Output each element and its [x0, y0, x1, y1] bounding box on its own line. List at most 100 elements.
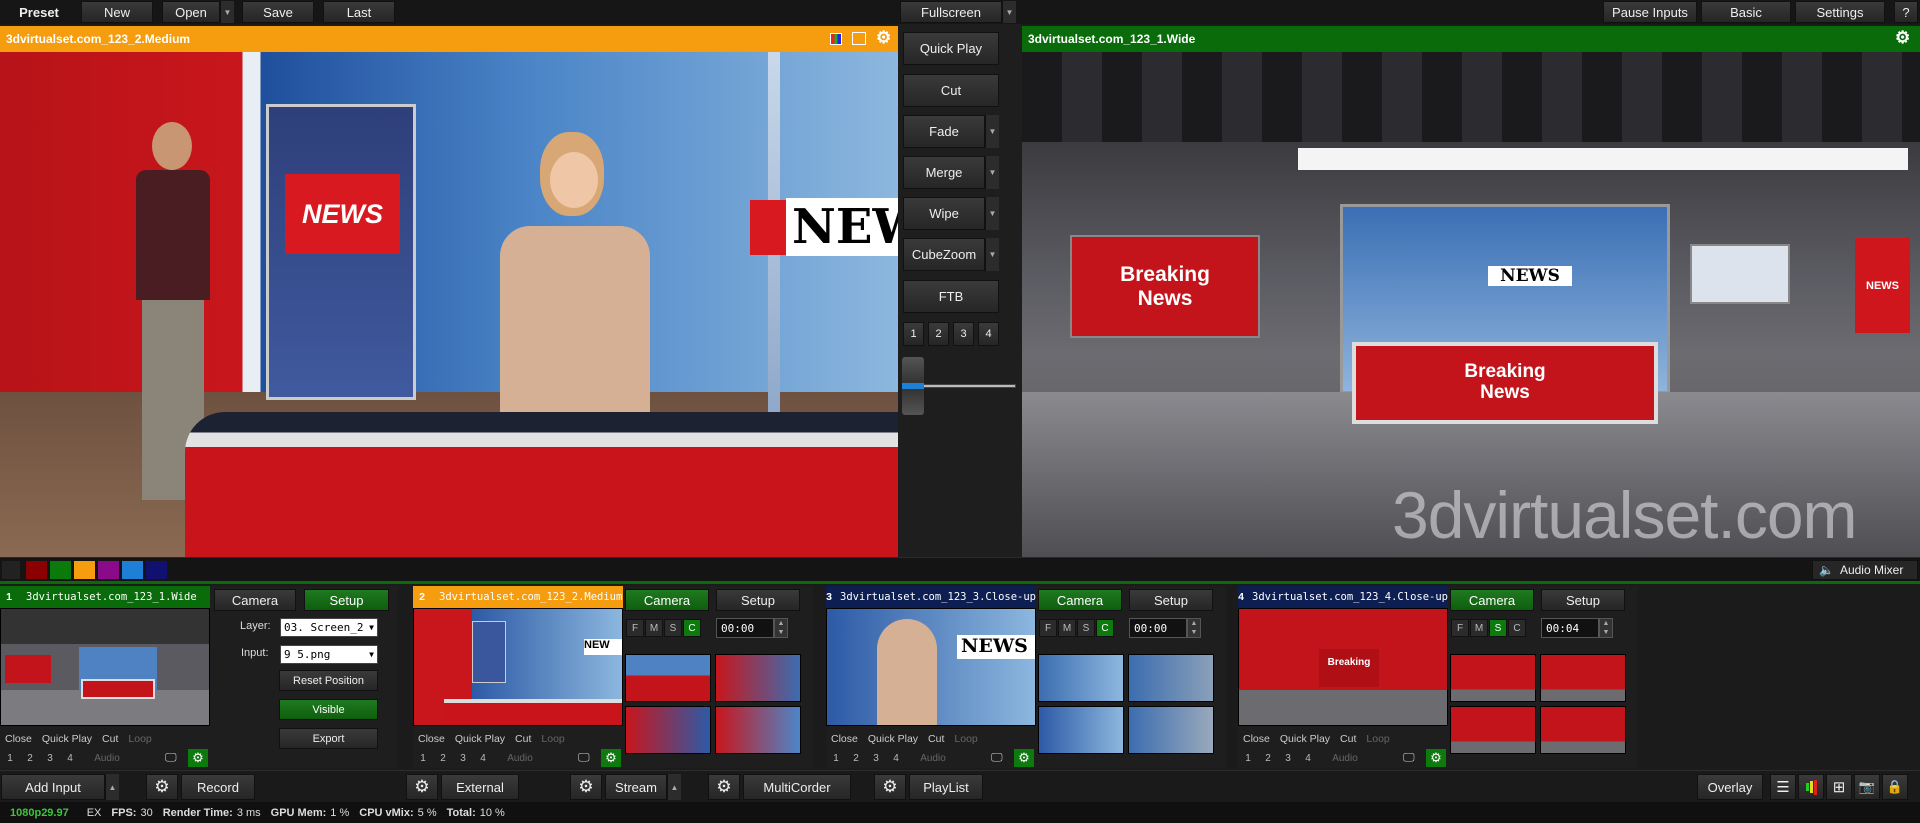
input-2-time-stepper[interactable]: ▲ ▼: [774, 618, 788, 638]
fade-button[interactable]: Fade: [903, 115, 985, 148]
help-button[interactable]: ?: [1894, 1, 1918, 23]
open-button[interactable]: Open: [162, 1, 220, 23]
cubezoom-dropdown-arrow[interactable]: ▼: [985, 238, 999, 271]
input-4-audio[interactable]: Audio: [1318, 753, 1372, 764]
add-input-dropdown-arrow[interactable]: ▲: [105, 774, 119, 800]
input-2-header[interactable]: 2 3dvirtualset.com_123_2.Medium: [413, 586, 623, 608]
input-2-close[interactable]: Close: [413, 733, 450, 745]
input-2-gear-icon[interactable]: ⚙: [601, 749, 621, 767]
input-1-quick-play[interactable]: Quick Play: [37, 733, 97, 745]
input-3-m-toggle[interactable]: M: [1058, 619, 1076, 637]
layer-select[interactable]: 03. Screen_2 ▼: [280, 618, 378, 637]
input-4-m-toggle[interactable]: M: [1470, 619, 1488, 637]
input-3-layer-thumb-1[interactable]: [1038, 654, 1124, 702]
input-4-layer-thumb-4[interactable]: [1540, 706, 1626, 754]
basic-button[interactable]: Basic: [1701, 1, 1791, 23]
stream-button[interactable]: Stream: [605, 774, 667, 800]
input-3-setup-button[interactable]: Setup: [1129, 589, 1213, 611]
add-input-button[interactable]: Add Input: [1, 774, 105, 800]
input-3-time-field[interactable]: 00:00: [1129, 618, 1187, 638]
input-3-layer-thumb-2[interactable]: [1128, 654, 1214, 702]
transition-3-button[interactable]: 3: [953, 322, 974, 346]
fullscreen-button[interactable]: Fullscreen: [900, 1, 1002, 23]
cut-button[interactable]: Cut: [903, 74, 999, 107]
input-1-cut[interactable]: Cut: [97, 733, 123, 745]
input-1-overlay-4[interactable]: 4: [60, 753, 80, 764]
playlist-gear-icon[interactable]: ⚙: [874, 774, 906, 800]
input-4-c-toggle[interactable]: C: [1508, 619, 1526, 637]
swatch-orange[interactable]: [74, 561, 95, 579]
swatch-green[interactable]: [50, 561, 71, 579]
new-button[interactable]: New: [81, 1, 153, 23]
input-2-thumbnail[interactable]: NEW: [413, 608, 623, 726]
input-4-loop[interactable]: Loop: [1361, 733, 1394, 745]
snapshot-camera-icon[interactable]: 📷: [1854, 774, 1880, 800]
input-4-layer-thumb-1[interactable]: [1450, 654, 1536, 702]
merge-button[interactable]: Merge: [903, 156, 985, 189]
input-3-header[interactable]: 3 3dvirtualset.com_123_3.Close-up: [826, 586, 1036, 608]
input-3-close[interactable]: Close: [826, 733, 863, 745]
input-2-overlay-4[interactable]: 4: [473, 753, 493, 764]
input-2-cut[interactable]: Cut: [510, 733, 536, 745]
input-3-audio[interactable]: Audio: [906, 753, 960, 764]
input-4-f-toggle[interactable]: F: [1451, 619, 1469, 637]
preview-gear-icon[interactable]: ⚙: [876, 28, 891, 48]
input-2-overlay-3[interactable]: 3: [453, 753, 473, 764]
input-2-monitor-icon[interactable]: 🖵: [578, 750, 590, 765]
reset-position-button[interactable]: Reset Position: [279, 670, 378, 691]
record-gear-icon[interactable]: ⚙: [146, 774, 178, 800]
pause-inputs-button[interactable]: Pause Inputs: [1603, 1, 1697, 23]
fade-dropdown-arrow[interactable]: ▼: [985, 115, 999, 148]
input-4-monitor-icon[interactable]: 🖵: [1403, 750, 1415, 765]
input-4-s-toggle[interactable]: S: [1489, 619, 1507, 637]
stream-gear-icon[interactable]: ⚙: [570, 774, 602, 800]
multicorder-button[interactable]: MultiCorder: [743, 774, 851, 800]
t-bar-handle[interactable]: [902, 357, 924, 415]
input-1-setup-button[interactable]: Setup: [304, 589, 389, 611]
audio-mixer-toggle[interactable]: 🔈 Audio Mixer: [1812, 560, 1918, 580]
input-2-loop[interactable]: Loop: [536, 733, 569, 745]
input-1-overlay-3[interactable]: 3: [40, 753, 60, 764]
input-4-layer-thumb-3[interactable]: [1450, 706, 1536, 754]
stream-dropdown-arrow[interactable]: ▲: [667, 774, 681, 800]
multiview-grid-icon[interactable]: ⊞: [1826, 774, 1852, 800]
swatch-navy[interactable]: [146, 561, 167, 579]
input-2-c-toggle[interactable]: C: [683, 619, 701, 637]
input-2-layer-thumb-2[interactable]: [715, 654, 801, 702]
input-1-header[interactable]: 1 3dvirtualset.com_123_1.Wide: [0, 586, 210, 608]
input-3-quick-play[interactable]: Quick Play: [863, 733, 923, 745]
input-1-loop[interactable]: Loop: [123, 733, 156, 745]
input-4-time-field[interactable]: 00:04: [1541, 618, 1599, 638]
input-4-close[interactable]: Close: [1238, 733, 1275, 745]
input-3-layer-thumb-3[interactable]: [1038, 706, 1124, 754]
open-dropdown-arrow[interactable]: ▼: [220, 1, 234, 23]
settings-button[interactable]: Settings: [1795, 1, 1885, 23]
input-4-gear-icon[interactable]: ⚙: [1426, 749, 1446, 767]
input-4-camera-button[interactable]: Camera: [1450, 589, 1534, 611]
preset-button[interactable]: Preset: [0, 0, 78, 24]
export-button[interactable]: Export: [279, 728, 378, 749]
external-button[interactable]: External: [441, 774, 519, 800]
transition-1-button[interactable]: 1: [903, 322, 924, 346]
input-2-s-toggle[interactable]: S: [664, 619, 682, 637]
input-3-camera-button[interactable]: Camera: [1038, 589, 1122, 611]
color-picker-icon[interactable]: [830, 33, 842, 45]
input-4-time-stepper[interactable]: ▲ ▼: [1599, 618, 1613, 638]
input-4-overlay-1[interactable]: 1: [1238, 753, 1258, 764]
swatch-blue[interactable]: [122, 561, 143, 579]
input-1-overlay-1[interactable]: 1: [0, 753, 20, 764]
input-4-overlay-2[interactable]: 2: [1258, 753, 1278, 764]
input-2-overlay-2[interactable]: 2: [433, 753, 453, 764]
input-4-thumbnail[interactable]: Breaking: [1238, 608, 1448, 726]
input-3-thumbnail[interactable]: NEWS: [826, 608, 1036, 726]
window-icon[interactable]: [852, 32, 866, 45]
input-select[interactable]: 9 5.png ▼: [280, 645, 378, 664]
playlist-button[interactable]: PlayList: [909, 774, 983, 800]
quick-play-button[interactable]: Quick Play: [903, 32, 999, 65]
input-2-setup-button[interactable]: Setup: [716, 589, 800, 611]
input-2-layer-thumb-3[interactable]: [625, 706, 711, 754]
input-3-loop[interactable]: Loop: [949, 733, 982, 745]
input-3-overlay-2[interactable]: 2: [846, 753, 866, 764]
input-2-time-field[interactable]: 00:00: [716, 618, 774, 638]
save-button[interactable]: Save: [242, 1, 314, 23]
